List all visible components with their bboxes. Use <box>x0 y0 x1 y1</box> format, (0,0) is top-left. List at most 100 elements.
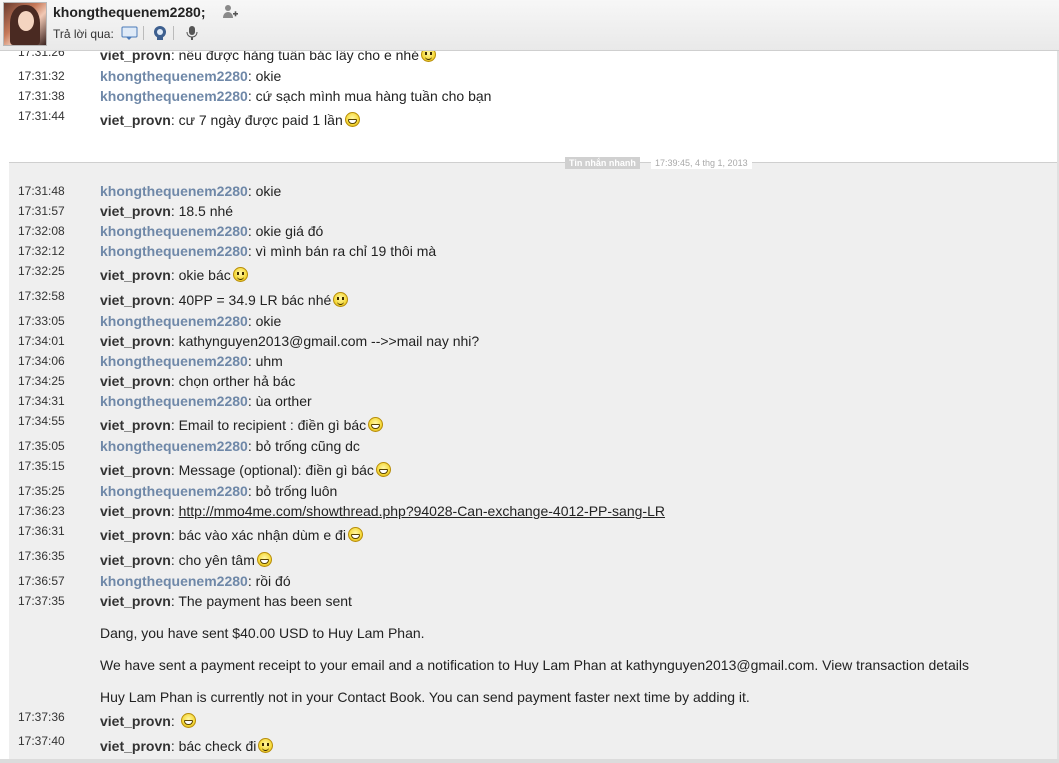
message-sender[interactable]: viet_provn <box>100 267 171 283</box>
message-sender[interactable]: viet_provn <box>100 552 171 568</box>
input-area-edge <box>0 759 1059 763</box>
message-sender[interactable]: khongthequenem2280 <box>100 483 248 499</box>
message-text: okie <box>255 183 282 199</box>
message-sender[interactable]: khongthequenem2280 <box>100 68 248 84</box>
message-text: cho yên tâm <box>178 552 255 568</box>
message-text: okie bác <box>178 267 231 283</box>
grin-emoticon-icon <box>344 112 360 127</box>
chat-message: khongthequenem2280: okie <box>100 183 282 199</box>
divider-label: Tin nhắn nhanh <box>565 157 640 169</box>
message-sender[interactable]: viet_provn <box>100 713 171 729</box>
message-text: okie <box>255 68 282 84</box>
message-sender[interactable]: khongthequenem2280 <box>100 88 248 104</box>
message-text: bỏ trống cũng dc <box>255 438 360 454</box>
chat-message: khongthequenem2280: ùa orther <box>100 393 312 409</box>
smile-emoticon-icon <box>333 292 349 307</box>
chat-message: viet_provn: bác vào xác nhận dùm e đi <box>100 527 363 543</box>
message-text: chọn orther hả bác <box>178 373 296 389</box>
message-timestamp: 17:32:25 <box>18 264 65 278</box>
message-link[interactable]: http://mmo4me.com/showthread.php?94028-C… <box>179 503 665 519</box>
chat-message: khongthequenem2280: okie <box>100 68 282 84</box>
message-timestamp: 17:33:05 <box>18 314 65 328</box>
message-sender[interactable]: khongthequenem2280 <box>100 183 248 199</box>
message-sender[interactable]: khongthequenem2280 <box>100 223 248 239</box>
message-timestamp: 17:36:35 <box>18 549 65 563</box>
message-text: ùa orther <box>255 393 312 409</box>
chat-message: khongthequenem2280: okie <box>100 313 282 329</box>
payment-detail-line: Dang, you have sent $40.00 USD to Huy La… <box>100 625 425 641</box>
chat-message: viet_provn: 40PP = 34.9 LR bác nhé <box>100 292 349 308</box>
message-timestamp: 17:36:31 <box>18 524 65 538</box>
message-sender[interactable]: viet_provn <box>100 527 171 543</box>
chat-message: viet_provn: cho yên tâm <box>100 552 272 568</box>
message-timestamp: 17:36:57 <box>18 574 65 588</box>
message-sender[interactable]: viet_provn <box>100 292 171 308</box>
chat-message: viet_provn: bác check đi <box>100 738 274 754</box>
grin-emoticon-icon <box>347 527 363 542</box>
message-timestamp: 17:37:40 <box>18 734 65 748</box>
chat-message: viet_provn: Email to recipient : điền gì… <box>100 417 384 433</box>
grin-emoticon-icon <box>368 417 384 432</box>
chat-log: Tin nhắn nhanh 17:39:45, 4 thg 1, 2013 1… <box>0 0 1059 763</box>
message-timestamp: 17:34:06 <box>18 354 65 368</box>
message-sender[interactable]: viet_provn <box>100 738 171 754</box>
message-timestamp: 17:35:15 <box>18 459 65 473</box>
chat-message: viet_provn: The payment has been sent <box>100 593 352 609</box>
message-sender[interactable]: viet_provn <box>100 373 171 389</box>
message-sender[interactable]: viet_provn <box>100 462 171 478</box>
chat-message: viet_provn: okie bác <box>100 267 248 283</box>
message-text: 40PP = 34.9 LR bác nhé <box>178 292 332 308</box>
message-text: Email to recipient : điền gì bác <box>178 417 367 433</box>
grin-emoticon-icon <box>180 713 196 728</box>
message-sender[interactable]: viet_provn <box>100 593 171 609</box>
message-timestamp: 17:35:25 <box>18 484 65 498</box>
message-timestamp: 17:31:48 <box>18 184 65 198</box>
message-sender[interactable]: khongthequenem2280 <box>100 313 248 329</box>
message-sender[interactable]: khongthequenem2280 <box>100 573 248 589</box>
message-text: 18.5 nhé <box>178 203 234 219</box>
message-sender[interactable]: viet_provn <box>100 417 171 433</box>
messenger-reply-icon[interactable] <box>151 25 169 41</box>
avatar[interactable] <box>3 2 47 46</box>
session-divider <box>9 162 1059 163</box>
message-text: cứ sạch mình mua hàng tuần cho bạn <box>255 88 492 104</box>
message-sender[interactable]: viet_provn <box>100 503 171 519</box>
message-timestamp: 17:31:57 <box>18 204 65 218</box>
message-sender[interactable]: viet_provn <box>100 333 171 349</box>
message-timestamp: 17:31:32 <box>18 69 65 83</box>
message-sender[interactable]: khongthequenem2280 <box>100 243 248 259</box>
grin-emoticon-icon <box>375 462 391 477</box>
message-timestamp: 17:36:23 <box>18 504 65 518</box>
message-text: cư 7 ngày được paid 1 lần <box>178 112 343 128</box>
message-timestamp: 17:32:58 <box>18 289 65 303</box>
message-sender[interactable]: khongthequenem2280 <box>100 393 248 409</box>
message-sender[interactable]: khongthequenem2280 <box>100 438 248 454</box>
message-timestamp: 17:31:44 <box>18 109 65 123</box>
message-timestamp: 17:37:36 <box>18 710 65 724</box>
message-text: okie <box>255 313 282 329</box>
message-timestamp: 17:34:25 <box>18 374 65 388</box>
chat-message: khongthequenem2280: uhm <box>100 353 283 369</box>
contact-name: khongthequenem2280; <box>53 4 206 20</box>
message-sender[interactable]: khongthequenem2280 <box>100 353 248 369</box>
add-contact-icon[interactable] <box>221 3 239 21</box>
reply-separator <box>173 26 174 40</box>
smile-emoticon-icon <box>232 267 248 282</box>
grin-emoticon-icon <box>256 552 272 567</box>
chat-message: khongthequenem2280: bỏ trống cũng dc <box>100 438 360 454</box>
chat-message: khongthequenem2280: bỏ trống luôn <box>100 483 338 499</box>
message-timestamp: 17:34:55 <box>18 414 65 428</box>
smile-emoticon-icon <box>258 738 274 753</box>
message-timestamp: 17:35:05 <box>18 439 65 453</box>
message-text: bác vào xác nhận dùm e đi <box>178 527 346 543</box>
message-text: okie giá đó <box>255 223 324 239</box>
email-reply-icon[interactable] <box>121 25 139 41</box>
message-text: bỏ trống luôn <box>255 483 338 499</box>
chat-message: khongthequenem2280: vì mình bán ra chỉ 1… <box>100 243 437 259</box>
reply-via-label: Trả lời qua: <box>53 27 114 41</box>
message-sender[interactable]: viet_provn <box>100 203 171 219</box>
message-timestamp: 17:34:31 <box>18 394 65 408</box>
microphone-reply-icon[interactable] <box>183 25 201 41</box>
message-text: Message (optional): điền gì bác <box>178 462 374 478</box>
message-sender[interactable]: viet_provn <box>100 112 171 128</box>
